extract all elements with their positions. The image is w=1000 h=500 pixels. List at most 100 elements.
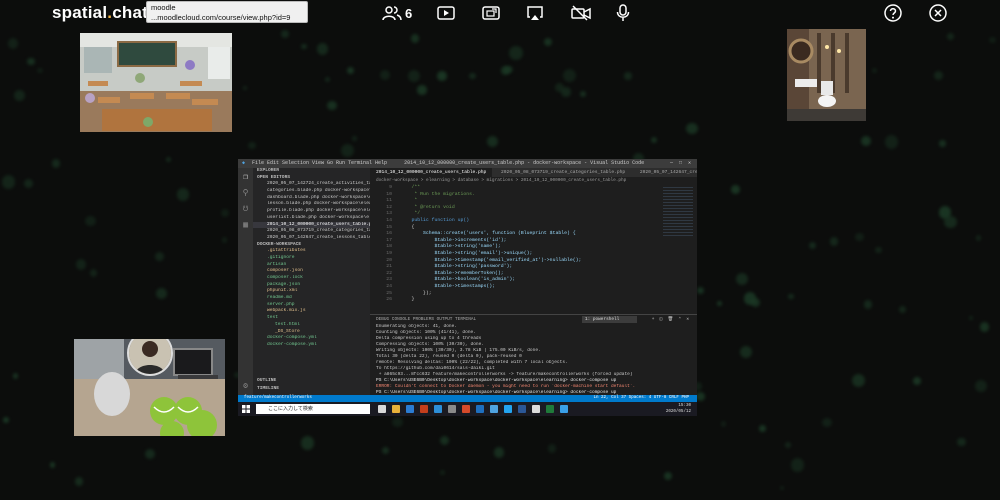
search-icon[interactable]: ⚲ (238, 188, 253, 198)
background-dot (439, 435, 449, 445)
file-tree-item[interactable]: package.json (253, 282, 370, 289)
background-dot (509, 46, 523, 60)
code-text: $table->boolean('is_admin'); (400, 277, 516, 283)
window-controls-icon[interactable]: — □ ✕ (670, 159, 691, 168)
help-button[interactable] (884, 4, 902, 22)
open-editor-item[interactable]: 2020_05_07_142647_create_lessons_table.p… (253, 235, 370, 242)
tab-active[interactable]: 2014_10_12_000000_create_users_table.php (370, 168, 493, 177)
app-icon[interactable] (518, 405, 526, 413)
app-icon[interactable] (560, 405, 568, 413)
taskbar-search-input[interactable]: ここに入力して検索 (256, 404, 370, 414)
background-dot (380, 70, 391, 81)
office-icon[interactable] (420, 405, 428, 413)
background-dot (1, 175, 16, 189)
bathroom-room-tile[interactable] (787, 29, 866, 121)
open-editor-item[interactable]: lesson.blade.php docker-workspace\elearn… (253, 201, 370, 208)
classroom-room-tile[interactable] (80, 33, 232, 132)
breadcrumb[interactable]: docker-workspace > elearning > database … (370, 177, 697, 185)
file-explorer-icon[interactable] (392, 405, 400, 413)
explorer-header: EXPLORER (257, 168, 280, 173)
workspace-header[interactable]: DOCKER-WORKSPACE (253, 242, 370, 249)
file-tree-item[interactable]: phpunit.xml (253, 288, 370, 295)
line-number: 24 (386, 283, 392, 289)
avatar-image (129, 339, 171, 374)
file-tree-item[interactable]: server.php (253, 302, 370, 309)
shared-screen-tile[interactable]: ◆ File Edit Selection View Go Run Termin… (238, 159, 697, 416)
microphone-button[interactable] (616, 4, 630, 22)
code-text: */ (400, 211, 421, 217)
open-editor-item[interactable]: userlist.blade.php docker-workspace\elea… (253, 215, 370, 222)
outline-header[interactable]: OUTLINE (253, 378, 370, 385)
file-tree-item[interactable]: .gitattributes (253, 248, 370, 255)
taskbar-clock[interactable]: 15:30 2020/05/12 (666, 403, 691, 415)
background-dot (663, 471, 673, 481)
open-editors-header[interactable]: OPEN EDITORS (253, 175, 370, 182)
code-line: 18 $table->string('name'); (370, 244, 697, 251)
code-line: 24 $table->timestamps(); (370, 284, 697, 291)
file-tree-item[interactable]: composer.lock (253, 275, 370, 282)
open-editor-item[interactable]: 2020_05_07_142724_create_activities_tabl… (253, 181, 370, 188)
background-dot (89, 269, 98, 277)
timeline-header[interactable]: TIMELINE (253, 386, 370, 393)
task-view-icon[interactable] (378, 405, 386, 413)
tab[interactable]: 2020_05_08_073719_create_categories_tabl… (495, 170, 631, 175)
background-dot (863, 300, 873, 309)
terminal-output[interactable]: Enumerating objects: 41, done. Counting o… (376, 324, 697, 395)
file-tree-item[interactable]: .gitignore (253, 255, 370, 262)
tab[interactable]: 2020_05_07_142647_create_lesso (634, 170, 697, 175)
background-dot (85, 215, 96, 226)
code-editor[interactable]: 9 /** 10 * Run the migrations. 11 * 12 * @r… (370, 185, 697, 313)
file-tree-item[interactable]: composer.json (253, 268, 370, 275)
file-tree-item[interactable]: readme.md (253, 295, 370, 302)
open-editor-item[interactable]: categories.blade.php docker-workspace\el… (253, 188, 370, 195)
source-control-icon[interactable]: ☋ (238, 204, 253, 214)
workspace-file-list: .gitattributes .gitignore artisan composer.… (253, 248, 370, 348)
background-dot (51, 158, 61, 168)
logo-main: spatial (52, 3, 108, 22)
app-icon[interactable] (546, 405, 554, 413)
app-icon[interactable] (532, 405, 540, 413)
screen-cast-button[interactable] (526, 4, 544, 22)
camera-off-icon (571, 5, 591, 21)
share-screen-button[interactable] (482, 4, 500, 22)
code-line: 13 */ (370, 211, 697, 218)
extensions-icon[interactable]: ▦ (238, 220, 253, 230)
file-tree-item[interactable]: artisan (253, 262, 370, 269)
status-info[interactable]: Ln 22, Col 37 Spaces: 4 UTF-8 CRLF PHP (594, 395, 690, 402)
windows-start-icon[interactable] (242, 405, 250, 413)
open-editor-item[interactable]: 2014_10_12_000000_create_users_table.php… (253, 221, 370, 229)
terminal-select[interactable]: 1: powershell (582, 316, 637, 323)
chrome-icon[interactable] (490, 405, 498, 413)
settings-gear-icon[interactable]: ⚙ (238, 381, 253, 391)
leave-button[interactable] (929, 4, 947, 22)
store-icon[interactable] (448, 405, 456, 413)
open-editor-item[interactable]: dashboard.blade.php docker-workspace\ele… (253, 195, 370, 202)
camera-toggle-button[interactable] (571, 4, 591, 22)
file-tree-item[interactable]: _DS_Store (253, 329, 370, 336)
participants-button[interactable]: 6 (382, 4, 412, 22)
webcam-video-tile[interactable] (74, 339, 225, 436)
vscode-menu[interactable]: File Edit Selection View Go Run Terminal… (252, 160, 387, 166)
code-line: 25 }); (370, 291, 697, 298)
word-icon[interactable] (476, 405, 484, 413)
open-editor-item[interactable]: profile.blade.php docker-workspace\elear… (253, 208, 370, 215)
file-tree-item[interactable]: test.html (253, 322, 370, 329)
line-number: 9 (389, 185, 392, 190)
file-tree-item[interactable]: test (253, 315, 370, 322)
code-line: 10 * Run the migrations. (370, 192, 697, 199)
edge-icon[interactable] (406, 405, 414, 413)
terminal-actions-icon[interactable]: + ◫ 🗑 ⌃ ✕ (652, 315, 689, 324)
git-branch[interactable]: feature/makecontrollerworks (244, 396, 312, 400)
vscode-taskbar-icon[interactable] (504, 405, 512, 413)
panel-tab-labels[interactable]: DEBUG CONSOLE PROBLEMS OUTPUT TERMINAL (370, 317, 476, 322)
mail-icon[interactable] (434, 405, 442, 413)
file-tree-item[interactable]: docker-compose.yml (253, 335, 370, 342)
minimap[interactable] (663, 187, 693, 237)
media-button[interactable] (437, 4, 455, 22)
file-tree-item[interactable]: docker-compose.yml (253, 342, 370, 349)
open-editor-item[interactable]: 2020_05_08_073719_create_categories_tabl… (253, 228, 370, 235)
explorer-icon[interactable]: ❐ (238, 172, 253, 182)
bathroom-image (787, 29, 866, 121)
file-tree-item[interactable]: webpack.mix.js (253, 308, 370, 315)
powerpoint-icon[interactable] (462, 405, 470, 413)
